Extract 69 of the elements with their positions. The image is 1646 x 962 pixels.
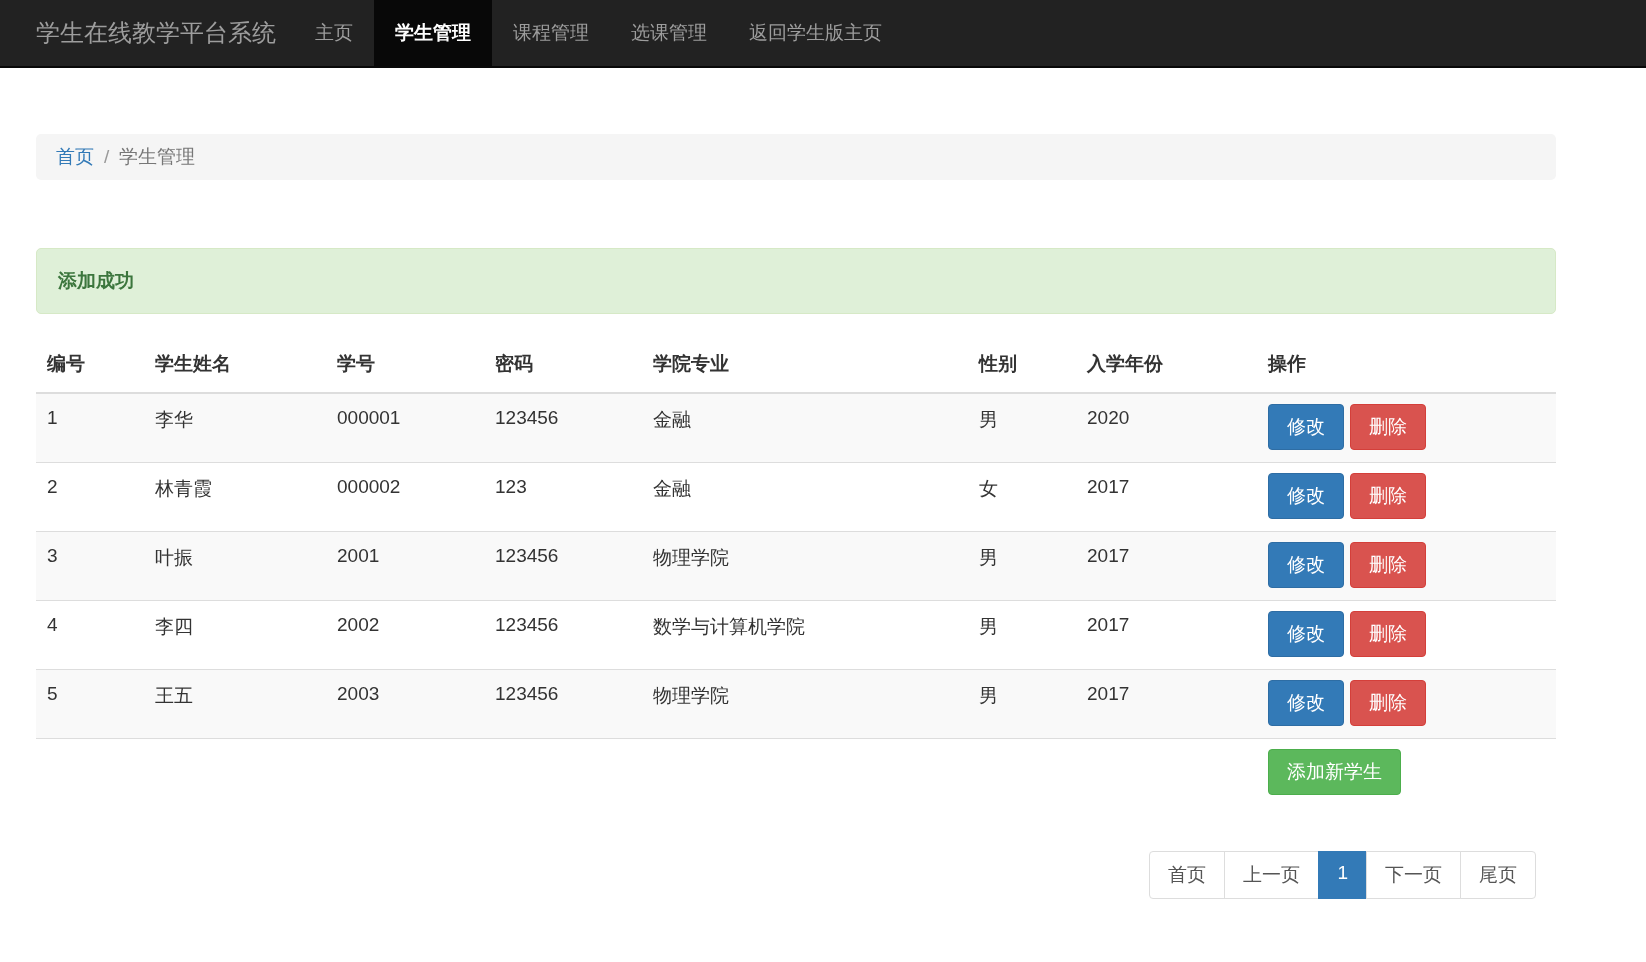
table-cell: 1	[47, 407, 58, 428]
table-cell: 王五	[155, 685, 193, 706]
edit-button[interactable]: 修改	[1268, 473, 1344, 519]
add-student-button[interactable]: 添加新学生	[1268, 749, 1401, 795]
table-cell: 2002	[337, 614, 380, 635]
table-cell: 数学与计算机学院	[653, 616, 805, 637]
table-cell: 000002	[337, 476, 401, 497]
delete-button[interactable]: 删除	[1350, 680, 1426, 726]
table-cell: 2017	[1087, 476, 1130, 497]
table-cell: 李四	[155, 616, 193, 637]
table-cell: 男	[979, 409, 998, 430]
page-link[interactable]: 首页	[1149, 851, 1226, 899]
table-cell: 3	[47, 545, 58, 566]
table-cell: 物理学院	[653, 685, 729, 706]
table-cell: 2	[47, 476, 58, 497]
table-cell: 金融	[653, 478, 691, 499]
column-header: 性别	[979, 353, 1017, 374]
table-cell: 物理学院	[653, 547, 729, 568]
nav-link[interactable]: 选课管理	[610, 0, 728, 66]
nav-link[interactable]: 返回学生版主页	[728, 0, 903, 66]
delete-button[interactable]: 删除	[1350, 404, 1426, 450]
page-link[interactable]: 1	[1318, 851, 1367, 899]
column-header: 学号	[337, 353, 375, 374]
breadcrumb-current: 学生管理	[119, 145, 196, 169]
table-cell: 男	[979, 616, 998, 637]
column-header: 密码	[495, 353, 533, 374]
table-cell: 123456	[495, 683, 559, 704]
page-link[interactable]: 尾页	[1460, 851, 1536, 899]
table-cell: 林青霞	[155, 478, 212, 499]
delete-button[interactable]: 删除	[1350, 611, 1426, 657]
table-cell: 男	[979, 685, 998, 706]
table-cell: 2001	[337, 545, 380, 566]
page-link[interactable]: 下一页	[1366, 851, 1461, 899]
table-cell: 2017	[1087, 683, 1130, 704]
table-cell: 2003	[337, 683, 380, 704]
alert-text: 添加成功	[58, 269, 134, 293]
table-cell: 李华	[155, 409, 193, 430]
table-cell: 123456	[495, 407, 559, 428]
table-cell: 2017	[1087, 614, 1130, 635]
edit-button[interactable]: 修改	[1268, 404, 1344, 450]
table-cell: 男	[979, 547, 998, 568]
column-header: 编号	[47, 353, 85, 374]
delete-button[interactable]: 删除	[1350, 542, 1426, 588]
delete-button[interactable]: 删除	[1350, 473, 1426, 519]
table-cell: 4	[47, 614, 58, 635]
nav-link[interactable]: 主页	[294, 0, 374, 66]
edit-button[interactable]: 修改	[1268, 542, 1344, 588]
column-header: 学生姓名	[155, 353, 231, 374]
table-cell: 123	[495, 476, 527, 497]
breadcrumb-separator: /	[103, 146, 111, 168]
edit-button[interactable]: 修改	[1268, 680, 1344, 726]
column-header: 学院专业	[653, 353, 729, 374]
breadcrumb-link[interactable]: 首页	[56, 144, 94, 170]
table-cell: 金融	[653, 409, 691, 430]
page-link[interactable]: 上一页	[1224, 851, 1320, 899]
nav-link[interactable]: 学生管理	[374, 0, 492, 66]
table-cell: 123456	[495, 545, 559, 566]
table-cell: 5	[47, 683, 58, 704]
brand-title[interactable]: 学生在线教学平台系统	[36, 17, 276, 49]
table-cell: 000001	[337, 407, 401, 428]
nav-link[interactable]: 课程管理	[492, 0, 610, 66]
table-cell: 2017	[1087, 545, 1130, 566]
column-header: 操作	[1268, 353, 1306, 374]
table-cell: 123456	[495, 614, 559, 635]
table-cell: 2020	[1087, 407, 1130, 428]
table-cell: 叶振	[155, 547, 193, 568]
edit-button[interactable]: 修改	[1268, 611, 1344, 657]
table-cell: 女	[979, 478, 998, 499]
column-header: 入学年份	[1087, 353, 1163, 374]
